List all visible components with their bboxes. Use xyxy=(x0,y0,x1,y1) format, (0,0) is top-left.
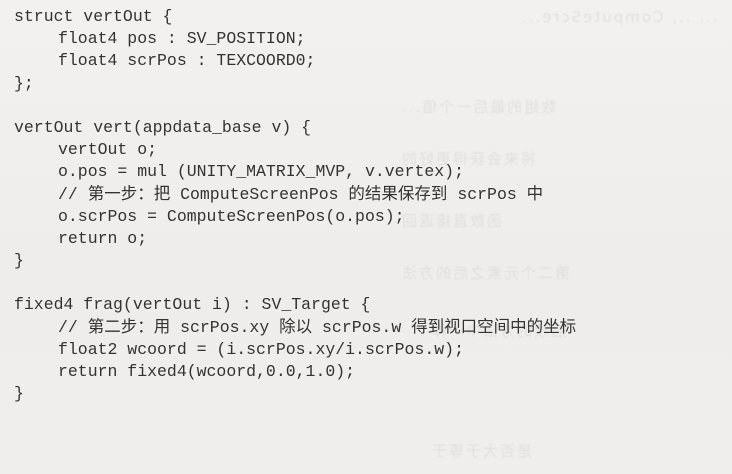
code-line: } xyxy=(14,384,24,404)
code-line: o.scrPos = ComputeScreenPos(o.pos); xyxy=(58,206,405,226)
code-line: } xyxy=(14,251,24,271)
code-line: struct vertOut { xyxy=(14,7,173,26)
book-page: ... .., ComputeScre... 数组的最后一个值... 将来会获得… xyxy=(0,0,732,474)
code-line: return fixed4(wcoord,0.0,1.0); xyxy=(58,362,356,381)
code-line: // 第一步：把 ComputeScreenPos 的结果保存到 scrPos … xyxy=(58,184,544,204)
code-line: }; xyxy=(14,73,34,93)
code-line: // 第二步：用 scrPos.xy 除以 scrPos.w 得到视口空间中的坐… xyxy=(58,317,577,337)
code-listing: struct vertOut { float4 pos : SV_POSITION… xyxy=(14,6,576,405)
code-line: return o; xyxy=(58,228,148,248)
code-line: float4 scrPos : TEXCOORD0; xyxy=(58,51,316,71)
code-line: vertOut vert(appdata_base v) { xyxy=(14,117,312,137)
code-line: fixed4 frag(vertOut i) : SV_Target { xyxy=(14,295,371,315)
code-line: float2 wcoord = (i.scrPos.xy/i.scrPos.w)… xyxy=(58,339,464,359)
code-line: o.pos = mul (UNITY_MATRIX_MVP, v.vertex)… xyxy=(58,162,464,182)
code-line: vertOut o; xyxy=(58,140,158,160)
code-line: float4 pos : SV_POSITION; xyxy=(58,29,306,49)
